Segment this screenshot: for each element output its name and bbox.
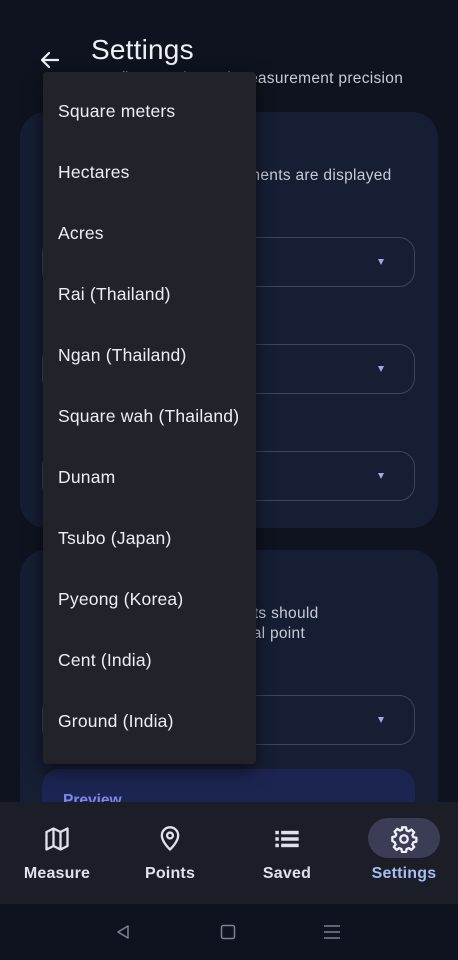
nav-item-saved[interactable]: Saved bbox=[230, 802, 344, 904]
nav-label-measure: Measure bbox=[23, 865, 91, 882]
nav-item-measure[interactable]: Measure bbox=[0, 802, 114, 904]
map-icon bbox=[42, 824, 72, 854]
bottom-navigation: Measure Points Saved Settings bbox=[0, 802, 458, 904]
dropdown-arrow-icon bbox=[378, 366, 384, 372]
menu-item-square-wah[interactable]: Square wah (Thailand) bbox=[43, 386, 256, 447]
menu-item-cent[interactable]: Cent (India) bbox=[43, 630, 256, 691]
system-navigation-bar bbox=[0, 904, 458, 960]
menu-item-tsubo[interactable]: Tsubo (Japan) bbox=[43, 508, 256, 569]
menu-item-ngan[interactable]: Ngan (Thailand) bbox=[43, 325, 256, 386]
dropdown-arrow-icon bbox=[378, 717, 384, 723]
dropdown-arrow-icon bbox=[378, 473, 384, 479]
location-pin-icon bbox=[155, 824, 185, 854]
arrow-left-icon bbox=[40, 51, 60, 69]
menu-item-pyeong[interactable]: Pyeong (Korea) bbox=[43, 569, 256, 630]
menu-item-square-meters[interactable]: Square meters bbox=[43, 81, 256, 142]
gear-icon bbox=[389, 824, 419, 854]
nav-label-saved: Saved bbox=[262, 865, 312, 882]
menu-item-dunam[interactable]: Dunam bbox=[43, 447, 256, 508]
menu-item-ground[interactable]: Ground (India) bbox=[43, 691, 256, 752]
dropdown-arrow-icon bbox=[378, 259, 384, 265]
nav-label-points: Points bbox=[144, 865, 196, 882]
nav-item-points[interactable]: Points bbox=[113, 802, 227, 904]
menu-item-acres[interactable]: Acres bbox=[43, 203, 256, 264]
page-title: Settings bbox=[91, 34, 194, 65]
nav-item-settings[interactable]: Settings bbox=[347, 802, 458, 904]
area-unit-dropdown-menu: Square meters Hectares Acres Rai (Thaila… bbox=[43, 72, 256, 764]
recents-lines-icon[interactable] bbox=[322, 922, 342, 942]
menu-item-hectares[interactable]: Hectares bbox=[43, 142, 256, 203]
back-triangle-icon[interactable] bbox=[113, 922, 133, 942]
home-square-icon[interactable] bbox=[218, 922, 238, 942]
nav-label-settings: Settings bbox=[371, 865, 437, 882]
list-icon bbox=[272, 824, 302, 854]
menu-item-rai[interactable]: Rai (Thailand) bbox=[43, 264, 256, 325]
